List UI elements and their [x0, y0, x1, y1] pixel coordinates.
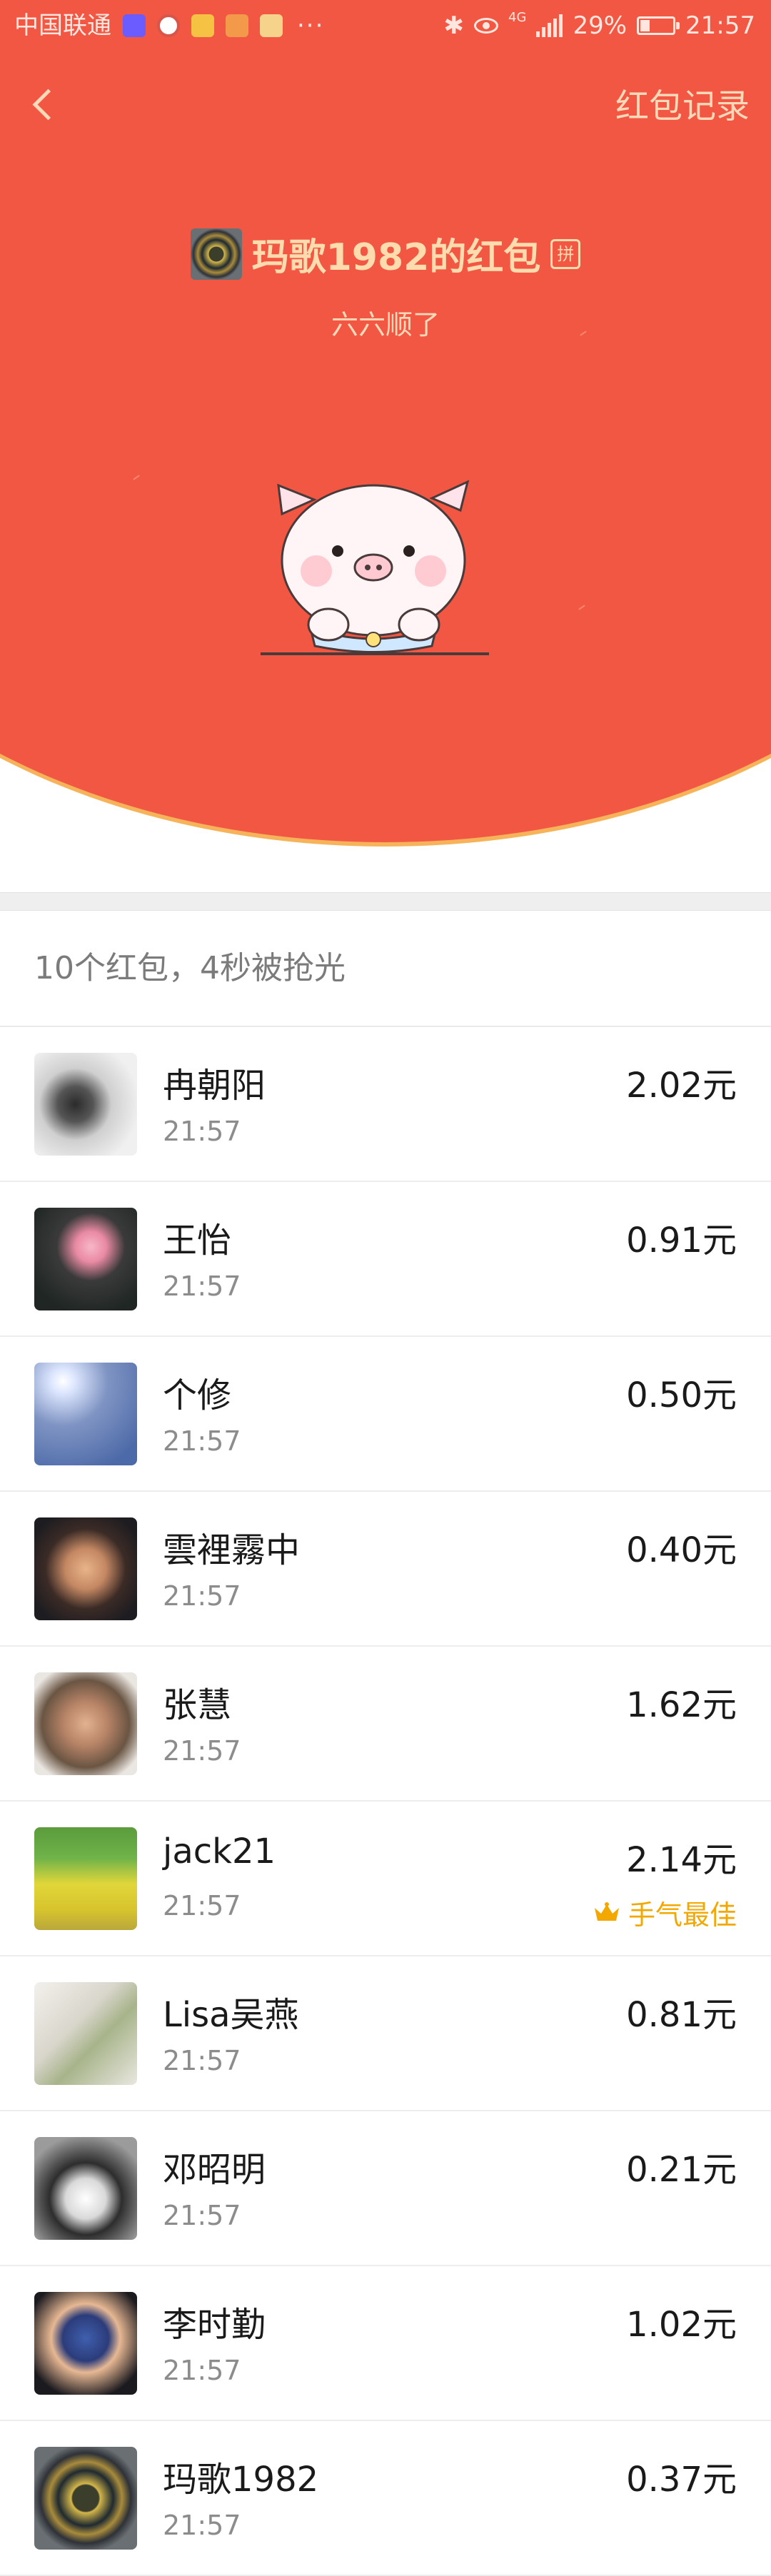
amount: 0.91元 [626, 1221, 737, 1261]
amount: 2.02元 [626, 1066, 737, 1106]
receive-time: 21:57 [163, 2510, 241, 2541]
amount: 0.81元 [626, 1995, 737, 2035]
amount: 0.50元 [626, 1375, 737, 1415]
recipient-name: Lisa吴燕 [163, 1995, 299, 2035]
app-notification-icon [157, 14, 180, 37]
list-item[interactable]: Lisa吴燕 21:57 0.81元 [0, 1956, 771, 2111]
avatar[interactable] [34, 1208, 137, 1310]
avatar[interactable] [34, 1827, 137, 1930]
amount: 1.62元 [626, 1685, 737, 1725]
receive-time: 21:57 [163, 2200, 241, 2231]
recipient-name: 玛歌1982 [163, 2460, 319, 2500]
battery-icon [637, 16, 680, 35]
best-luck-badge: 手气最佳 [593, 1893, 737, 1932]
avatar[interactable] [34, 1517, 137, 1620]
receive-time: 21:57 [163, 1890, 241, 1921]
amount: 0.40元 [626, 1530, 737, 1570]
amount: 1.02元 [626, 2305, 737, 2345]
best-luck-label: 手气最佳 [628, 1899, 737, 1931]
sender-avatar[interactable] [190, 228, 242, 280]
amount: 2.14元 [626, 1840, 737, 1880]
list-item[interactable]: 邓昭明 21:57 0.21元 [0, 2111, 771, 2266]
avatar[interactable] [34, 2447, 137, 2550]
crown-icon [594, 1901, 619, 1921]
recipient-name: 王怡 [163, 1221, 232, 1261]
avatar[interactable] [34, 2292, 137, 2395]
receive-time: 21:57 [163, 2045, 241, 2076]
app-notification-icon [191, 14, 214, 37]
clock: 21:57 [685, 11, 755, 40]
app-notification-icon [260, 14, 283, 37]
receive-time: 21:57 [163, 1271, 241, 1302]
red-packet-title: 玛歌1982的红包 [251, 236, 541, 279]
red-packet-records-link[interactable]: 红包记录 [615, 79, 750, 128]
battery-level [640, 20, 650, 31]
avatar[interactable] [34, 1982, 137, 2085]
recipient-name: 雲裡霧中 [163, 1530, 301, 1570]
recipient-list: 冉朝阳 21:57 2.02元 王怡 21:57 0.91元 个修 21:57 … [0, 1027, 771, 2576]
avatar[interactable] [34, 1363, 137, 1465]
list-item[interactable]: 冉朝阳 21:57 2.02元 [0, 1027, 771, 1182]
receive-time: 21:57 [163, 2355, 241, 2386]
recipient-name: 冉朝阳 [163, 1066, 266, 1106]
app-notification-icon [226, 14, 248, 37]
list-item[interactable]: 李时勤 21:57 1.02元 [0, 2266, 771, 2421]
network-type-label: 4G [508, 10, 527, 25]
signal-icon [536, 14, 563, 37]
more-notifications-icon: ··· [297, 11, 325, 40]
recipient-name: 邓昭明 [163, 2150, 266, 2190]
app-notification-icon [123, 14, 146, 37]
amount: 0.37元 [626, 2460, 737, 2500]
list-item[interactable]: 个修 21:57 0.50元 [0, 1337, 771, 1492]
receive-time: 21:57 [163, 1735, 241, 1767]
chevron-left-icon [32, 89, 64, 121]
avatar[interactable] [34, 1672, 137, 1775]
battery-percent: 29% [573, 11, 628, 40]
red-packet-header: 中国联通 ··· ✱ 4G 29% 21:57 红包记录 玛歌1982的红包 拼… [0, 0, 771, 892]
list-item[interactable]: 玛歌1982 21:57 0.37元 [0, 2421, 771, 2576]
back-button[interactable] [21, 75, 64, 132]
amount: 0.21元 [626, 2150, 737, 2190]
red-packet-wish: 六六顺了 [331, 309, 440, 340]
recipient-name: 个修 [163, 1375, 232, 1415]
receive-time: 21:57 [163, 1580, 241, 1612]
bluetooth-icon: ✱ [443, 11, 465, 40]
list-item[interactable]: 王怡 21:57 0.91元 [0, 1182, 771, 1337]
eye-comfort-icon [474, 18, 499, 34]
recipient-name: 张慧 [163, 1685, 232, 1725]
receive-time: 21:57 [163, 1425, 241, 1457]
avatar[interactable] [34, 2137, 137, 2240]
section-divider [0, 892, 771, 911]
packet-summary: 10个红包，4秒被抢光 [34, 950, 346, 986]
recipient-name: 李时勤 [163, 2305, 266, 2345]
list-item[interactable]: 雲裡霧中 21:57 0.40元 [0, 1492, 771, 1647]
carrier-label: 中国联通 [14, 11, 111, 40]
list-item[interactable]: 张慧 21:57 1.62元 [0, 1647, 771, 1802]
receive-time: 21:57 [163, 1116, 241, 1147]
list-item[interactable]: jack21 21:57 2.14元 手气最佳 [0, 1802, 771, 1956]
avatar[interactable] [34, 1053, 137, 1156]
status-bar: 中国联通 ··· ✱ 4G 29% 21:57 [0, 0, 771, 51]
lucky-packet-badge: 拼 [550, 238, 581, 269]
recipient-name: jack21 [163, 1832, 276, 1872]
pig-sticker-image [261, 480, 489, 655]
sender-row: 玛歌1982的红包 拼 [0, 227, 771, 281]
